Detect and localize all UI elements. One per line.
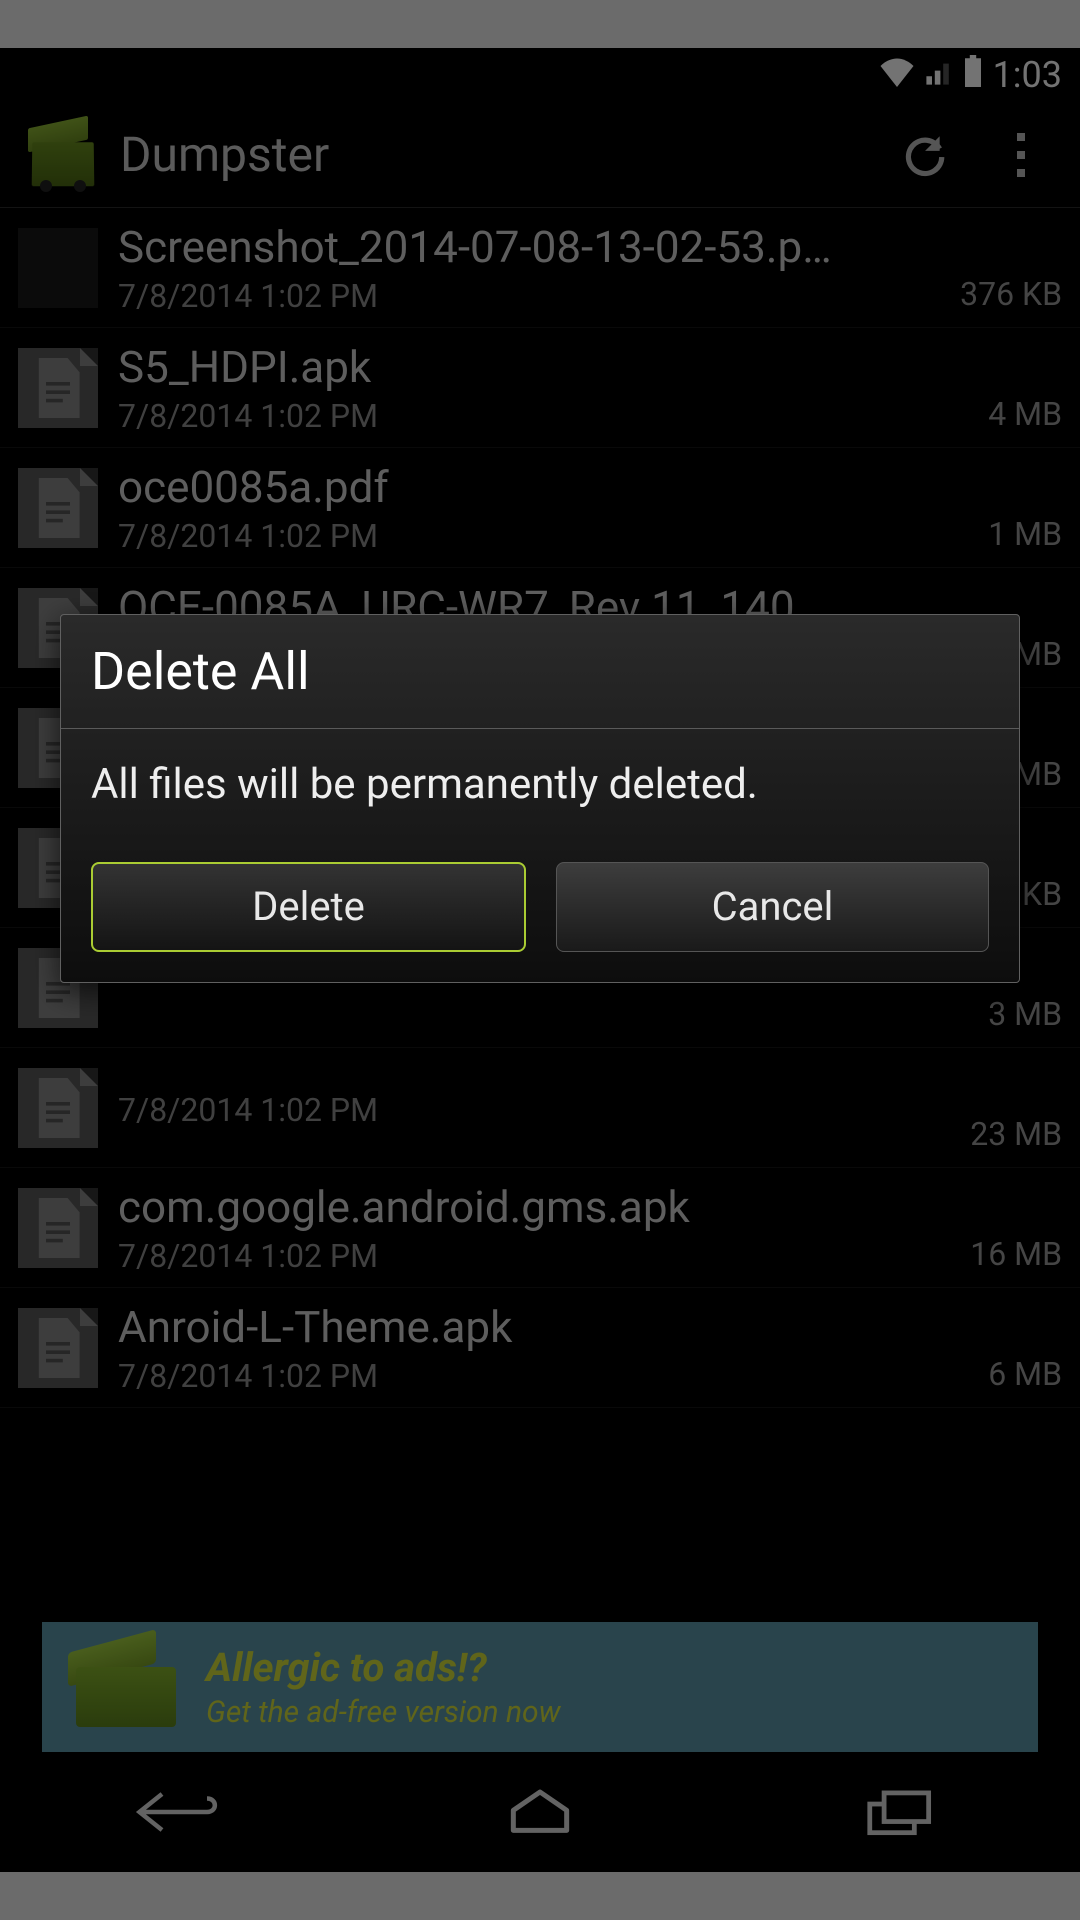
dialog-title: Delete All xyxy=(61,615,1019,728)
cancel-button[interactable]: Cancel xyxy=(556,862,989,952)
letterbox-bottom xyxy=(0,1872,1080,1920)
dialog-message: All files will be permanently deleted. xyxy=(61,729,1019,842)
delete-all-dialog: Delete All All files will be permanently… xyxy=(60,614,1020,983)
delete-button[interactable]: Delete xyxy=(91,862,526,952)
letterbox-top xyxy=(0,0,1080,48)
